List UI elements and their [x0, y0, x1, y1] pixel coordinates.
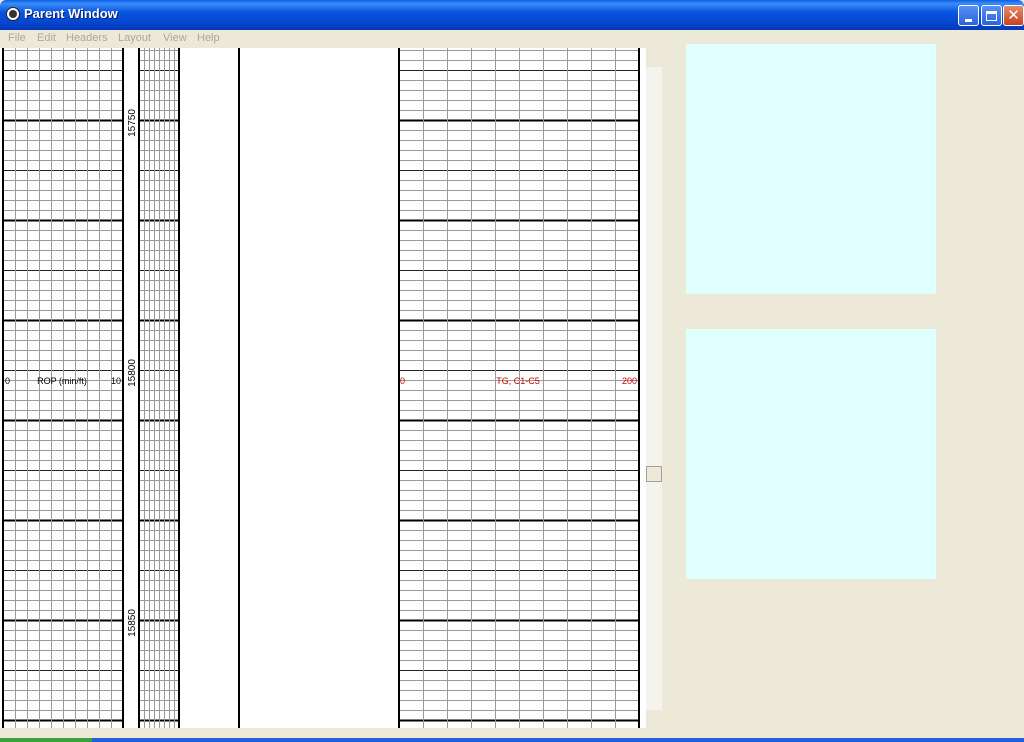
- info-panel-top: [686, 44, 936, 294]
- menu-view[interactable]: View: [163, 32, 187, 44]
- rop-track-title: ROP (min/ft): [37, 376, 87, 386]
- log-chart: 0 ROP (min/ft) 10 0 TG, C1-C5 200 15750 …: [0, 48, 646, 728]
- menu-layout[interactable]: Layout: [118, 32, 151, 44]
- menu-edit[interactable]: Edit: [37, 32, 56, 44]
- maximize-icon: [986, 10, 997, 21]
- close-icon: ✕: [1007, 6, 1020, 24]
- close-button[interactable]: ✕: [1003, 5, 1024, 26]
- menu-help[interactable]: Help: [197, 32, 220, 44]
- minimize-button[interactable]: [958, 5, 979, 26]
- app-icon[interactable]: [6, 7, 20, 21]
- taskbar-edge: [0, 738, 1024, 742]
- tg-min-label: 0: [400, 376, 405, 386]
- menu-file[interactable]: File: [8, 32, 26, 44]
- tg-max-label: 200: [622, 376, 637, 386]
- depth-label-15800: 15800: [127, 359, 138, 387]
- scrollbar-thumb[interactable]: [646, 466, 662, 482]
- info-panel-bottom: [686, 329, 936, 579]
- rop-max-label: 10: [111, 376, 121, 386]
- maximize-button[interactable]: [981, 5, 1002, 26]
- rop-min-label: 0: [5, 376, 10, 386]
- title-bar[interactable]: Parent Window ✕: [0, 0, 1024, 30]
- start-button-edge[interactable]: [0, 738, 92, 742]
- window-title: Parent Window: [24, 6, 118, 21]
- tg-track-title: TG, C1-C5: [496, 376, 540, 386]
- vertical-scrollbar[interactable]: [646, 67, 662, 710]
- depth-label-15750: 15750: [127, 109, 138, 137]
- minimize-icon: [965, 18, 972, 22]
- depth-label-15850: 15850: [127, 609, 138, 637]
- menu-headers[interactable]: Headers: [66, 32, 108, 44]
